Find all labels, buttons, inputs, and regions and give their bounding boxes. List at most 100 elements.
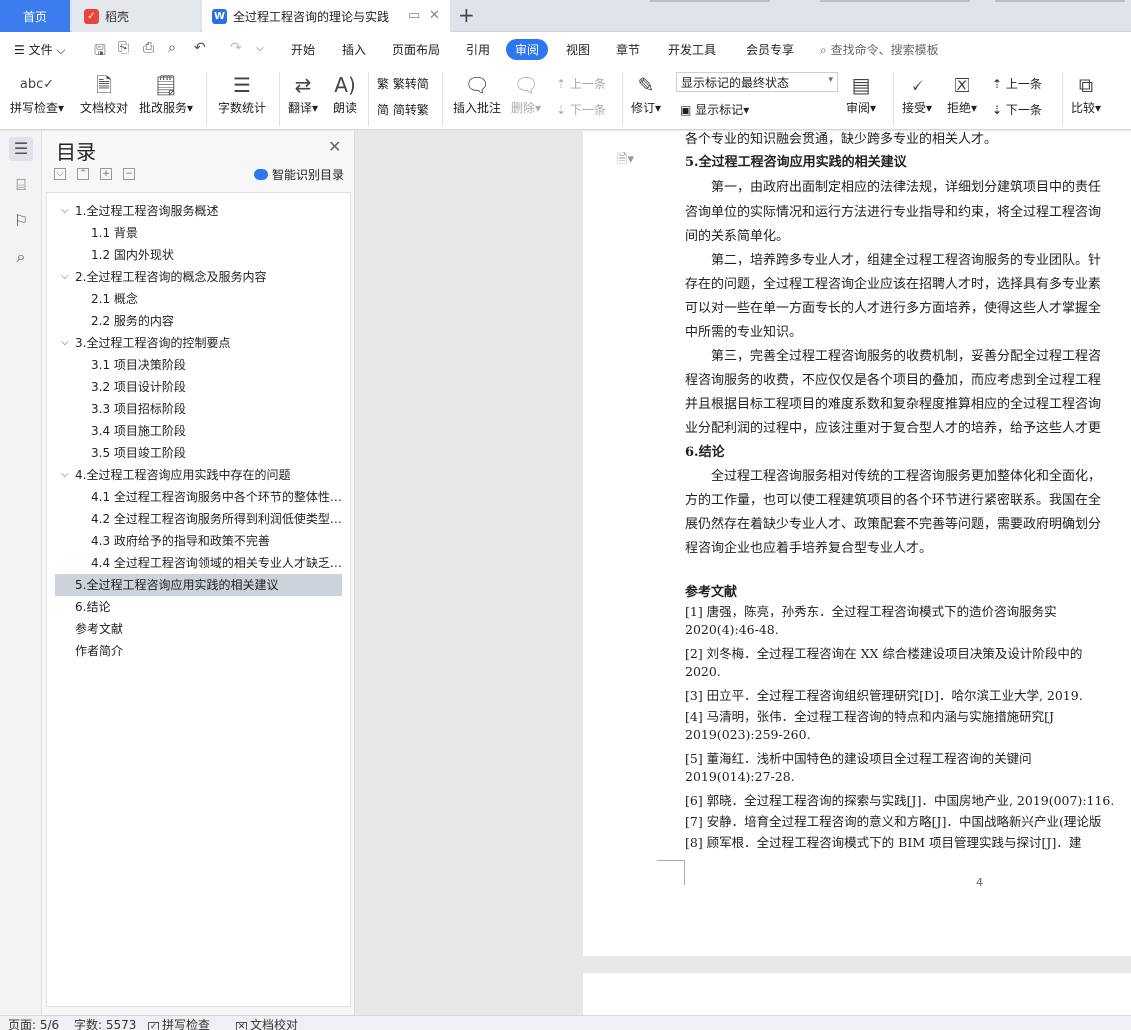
toc-item[interactable]: 4.3 政府给予的指导和政策不完善 — [55, 530, 342, 552]
undo-icon[interactable]: ↶ — [194, 40, 206, 56]
tab-home[interactable]: 首页 — [0, 0, 70, 32]
insert-comment-button[interactable]: 🗨 插入批注 — [453, 70, 501, 116]
wps-writer-icon: W — [212, 8, 227, 24]
search-icon: ⌕ — [820, 43, 827, 57]
toc-item[interactable]: ⌵ 1.全过程工程咨询服务概述 — [55, 200, 342, 222]
chevron-down-icon[interactable]: ⌵ — [61, 464, 69, 486]
chevron-down-icon[interactable]: ⌵ — [61, 332, 69, 354]
delete-comment-icon: 🗨 — [513, 73, 539, 97]
toc-item[interactable]: 3.2 项目设计阶段 — [55, 376, 342, 398]
toc-item[interactable]: 参考文献 — [55, 618, 342, 640]
read-aloud-button[interactable]: A) 朗读 — [333, 70, 357, 116]
track-changes-label: 修订 — [631, 101, 656, 115]
doc-proof-button[interactable]: 🗎 文档校对 — [80, 70, 128, 116]
menu-tab-home[interactable]: 开始 — [291, 41, 315, 58]
toc-item[interactable]: ⌵ 2.全过程工程咨询的概念及服务内容 — [55, 266, 342, 288]
menu-tab-references[interactable]: 引用 — [466, 41, 490, 58]
menu-tab-layout[interactable]: 页面布局 — [392, 41, 440, 58]
compare-button[interactable]: ⧉ 比较▾ — [1071, 70, 1101, 116]
toc-item[interactable]: 2.2 服务的内容 — [55, 310, 342, 332]
track-changes-button[interactable]: ✎ 修订▾ — [631, 70, 661, 116]
doc-proof-status[interactable]: ✕ 文档校对 — [236, 1018, 298, 1030]
toc-item[interactable]: 1.1 背景 — [55, 222, 342, 244]
body-text: 存在的问题，全过程工程咨询企业应该在招聘人才时，选择具有多专业素 — [685, 277, 1102, 292]
review-pane-button[interactable]: ▤ 审阅▾ — [846, 70, 876, 116]
hamburger-icon: ☰ — [14, 43, 29, 57]
toc-add-icon[interactable]: + — [100, 168, 112, 180]
redo-icon[interactable]: ↷ — [230, 40, 242, 56]
toc-item-selected[interactable]: 5.全过程工程咨询应用实践的相关建议 — [55, 574, 342, 596]
show-markup-button[interactable]: ▣ 显示标记▾ — [680, 101, 749, 118]
quick-access-more-icon[interactable]: ⌵ — [256, 43, 264, 54]
chevron-down-icon[interactable]: ⌵ — [61, 266, 69, 288]
toc-item[interactable]: 6.结论 — [55, 596, 342, 618]
next-comment-button[interactable]: ⇣ 下一条 — [556, 101, 606, 118]
markup-mode-select[interactable]: 显示标记的最终状态 ▾ — [676, 72, 838, 92]
search-icon[interactable]: ⌕ — [9, 245, 33, 269]
page-indicator[interactable]: 页面: 5/6 — [8, 1018, 59, 1030]
menu-tab-insert[interactable]: 插入 — [342, 41, 366, 58]
toc-item[interactable]: ⌵ 4.全过程工程咨询应用实践中存在的问题 — [55, 464, 342, 486]
menu-tab-view[interactable]: 视图 — [566, 41, 590, 58]
bookmark-icon[interactable]: ⚐ — [9, 209, 33, 233]
menu-tab-member[interactable]: 会员专享 — [746, 41, 794, 58]
print-preview-icon[interactable]: ⌕ — [168, 40, 176, 56]
smart-toc-button[interactable]: 智能识别目录 — [254, 166, 344, 183]
save-icon[interactable]: 🖫 — [94, 40, 106, 64]
word-count-indicator[interactable]: 字数: 5573 — [74, 1018, 136, 1030]
dropdown-arrow-icon: ▾ — [971, 101, 978, 115]
toc-panel: 目录 ✕ ⌵ ⌃ + − 智能识别目录 ⌵ 1.全过程工程咨询服务概述 1.1 背… — [42, 131, 355, 1015]
toc-item[interactable]: 2.1 概念 — [55, 288, 342, 310]
toc-remove-icon[interactable]: − — [123, 168, 135, 180]
next-page[interactable] — [583, 973, 1131, 1015]
toc-item[interactable]: 3.3 项目招标阶段 — [55, 398, 342, 420]
word-count-button[interactable]: ☰ 字数统计 — [218, 70, 266, 116]
export-pdf-icon[interactable]: ⎘ — [118, 40, 129, 56]
body-text: 展仍然存在着缺少专业人才、政策配套不完善等问题，需要政府明确划分 — [685, 517, 1102, 532]
navigation-pane-icon[interactable]: ⌸ — [9, 173, 33, 197]
prev-comment-button[interactable]: ⇡ 上一条 — [556, 75, 606, 92]
toc-item[interactable]: 1.2 国内外现状 — [55, 244, 342, 266]
checkbox-icon: ✕ — [236, 1022, 247, 1030]
toc-item[interactable]: 4.1 全过程工程咨询服务中各个环节的整体性不强 — [55, 486, 342, 508]
menu-tab-review[interactable]: 审阅 — [506, 39, 549, 60]
toc-expand-all-icon[interactable]: ⌃ — [77, 168, 89, 180]
document-area[interactable]: 各个专业的知识融会贯通，缺少跨多专业的相关人才。 5.全过程工程咨询应用实践的相… — [356, 131, 1131, 1015]
toc-item[interactable]: ⌵ 3.全过程工程咨询的控制要点 — [55, 332, 342, 354]
close-icon[interactable]: ✕ — [328, 137, 341, 156]
command-search[interactable]: ⌕ 查找命令、搜索模板 — [820, 41, 939, 58]
toolbar-divider — [279, 72, 280, 126]
toc-item[interactable]: 4.4 全过程工程咨询领域的相关专业人才缺乏问题 — [55, 552, 342, 574]
toc-item[interactable]: 作者简介 — [55, 640, 342, 662]
tab-pin-icon[interactable]: ▭ — [408, 8, 420, 23]
to-simplified-button[interactable]: 简 简转繁 — [377, 101, 429, 118]
toc-panel-icon[interactable]: ☰ — [9, 137, 33, 161]
spell-check-button[interactable]: abc✓ 拼写检查▾ — [10, 70, 64, 116]
to-traditional-button[interactable]: 繁 繁转简 — [377, 75, 429, 92]
toc-item-label: 1.全过程工程咨询服务概述 — [75, 204, 219, 218]
document-page[interactable]: 各个专业的知识融会贯通，缺少跨多专业的相关人才。 5.全过程工程咨询应用实践的相… — [583, 131, 1131, 956]
prev-change-button[interactable]: ⇡ 上一条 — [992, 75, 1042, 92]
delete-comment-button[interactable]: 🗨 删除▾ — [511, 70, 541, 116]
close-icon[interactable]: ✕ — [429, 8, 440, 23]
menu-tab-developer[interactable]: 开发工具 — [668, 41, 716, 58]
paragraph-note-icon[interactable]: 🗎▾ — [617, 150, 634, 172]
chevron-down-icon[interactable]: ⌵ — [61, 200, 69, 222]
file-menu[interactable]: ☰ 文件 ⌵ — [14, 41, 66, 58]
next-change-button[interactable]: ⇣ 下一条 — [992, 101, 1042, 118]
accept-button[interactable]: 🗸 接受▾ — [902, 70, 932, 116]
reject-button[interactable]: 🗵 拒绝▾ — [947, 70, 977, 116]
translate-button[interactable]: ⇄ 翻译▾ — [288, 70, 318, 116]
toc-item[interactable]: 3.5 项目竣工阶段 — [55, 442, 342, 464]
tab-daoke[interactable]: ✓ 稻壳 — [72, 0, 200, 32]
toc-item[interactable]: 4.2 全过程工程咨询服务所得到利润低使类型单一 — [55, 508, 342, 530]
menu-tab-chapter[interactable]: 章节 — [616, 41, 640, 58]
toc-item[interactable]: 3.4 项目施工阶段 — [55, 420, 342, 442]
toc-item-label: 6.结论 — [75, 600, 111, 614]
toc-item[interactable]: 3.1 项目决策阶段 — [55, 354, 342, 376]
toc-collapse-all-icon[interactable]: ⌵ — [54, 168, 66, 180]
batch-service-button[interactable]: 🗒 批改服务▾ — [139, 70, 193, 116]
print-icon[interactable]: ⎙ — [143, 40, 154, 56]
new-tab-plus-icon[interactable]: + — [458, 3, 475, 27]
spell-check-status[interactable]: ✓ 拼写检查 — [148, 1018, 210, 1030]
